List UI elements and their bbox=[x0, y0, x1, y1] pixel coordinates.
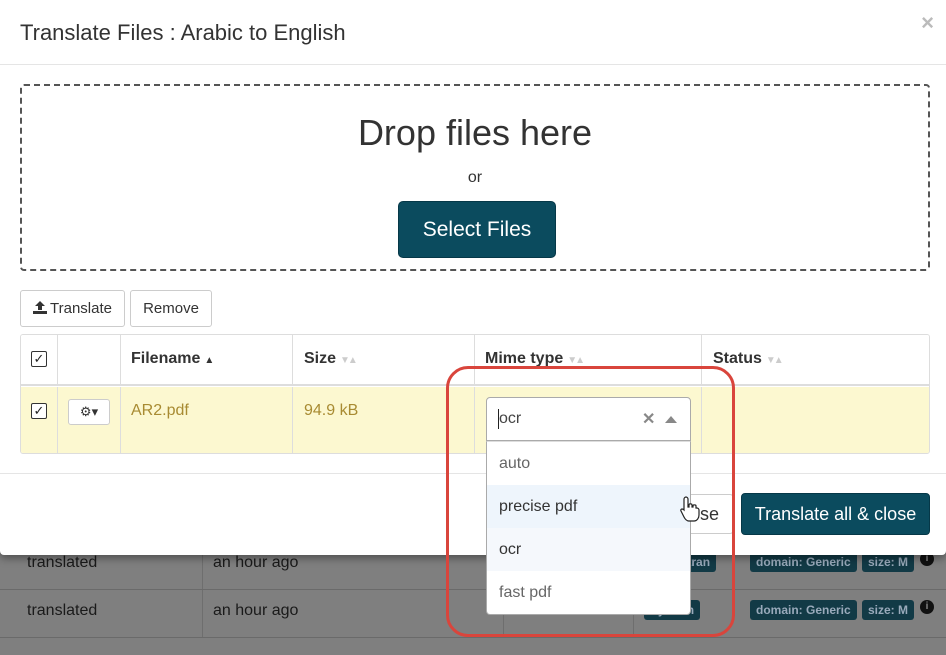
sort-icon: ▼▲ bbox=[340, 355, 358, 366]
column-header-size[interactable]: Size ▼▲ bbox=[304, 350, 358, 368]
bg-time: an hour ago bbox=[213, 554, 299, 571]
bg-badge-domain: domain: Generic bbox=[750, 600, 857, 620]
remove-button[interactable]: Remove bbox=[130, 290, 212, 327]
modal-header: Translate Files : Arabic to English × bbox=[0, 0, 946, 65]
select-all-checkbox[interactable]: ✓ bbox=[31, 351, 47, 367]
hand-cursor-icon bbox=[680, 496, 700, 522]
close-icon[interactable]: × bbox=[921, 10, 934, 36]
background-row bbox=[0, 637, 946, 655]
file-dropzone[interactable]: Drop files here or Select Files bbox=[20, 84, 930, 271]
bg-badge-size: size: M bbox=[862, 600, 915, 620]
upload-icon bbox=[33, 301, 47, 315]
info-icon[interactable]: i bbox=[920, 600, 934, 614]
caret-down-icon: ▾ bbox=[91, 404, 99, 419]
translate-button-label: Translate bbox=[50, 300, 112, 317]
bg-badge-size: size: M bbox=[862, 552, 915, 572]
translate-all-close-button[interactable]: Translate all & close bbox=[741, 493, 930, 535]
sort-asc-icon: ▲ bbox=[204, 355, 214, 366]
bg-status: translated bbox=[27, 602, 98, 619]
modal-title: Translate Files : Arabic to English bbox=[20, 20, 346, 45]
filename-cell: AR2.pdf bbox=[131, 402, 189, 419]
sort-icon: ▼▲ bbox=[567, 355, 585, 366]
column-header-filename[interactable]: Filename ▲ bbox=[131, 350, 214, 368]
row-actions-button[interactable]: ⚙▾ bbox=[68, 399, 110, 425]
gear-icon: ⚙ bbox=[79, 404, 92, 419]
column-header-status[interactable]: Status ▼▲ bbox=[713, 350, 784, 368]
size-cell: 94.9 kB bbox=[304, 402, 359, 419]
sort-icon: ▼▲ bbox=[765, 355, 784, 366]
translate-button[interactable]: Translate bbox=[20, 290, 125, 327]
bg-badge-domain: domain: Generic bbox=[750, 552, 857, 572]
bg-time: an hour ago bbox=[213, 602, 299, 619]
dropzone-or: or bbox=[467, 169, 483, 186]
select-files-button[interactable]: Select Files bbox=[398, 201, 556, 258]
bg-status: translated bbox=[27, 554, 98, 571]
row-checkbox[interactable]: ✓ bbox=[31, 403, 47, 419]
status-cell bbox=[702, 387, 929, 453]
dropzone-title: Drop files here bbox=[357, 112, 593, 153]
